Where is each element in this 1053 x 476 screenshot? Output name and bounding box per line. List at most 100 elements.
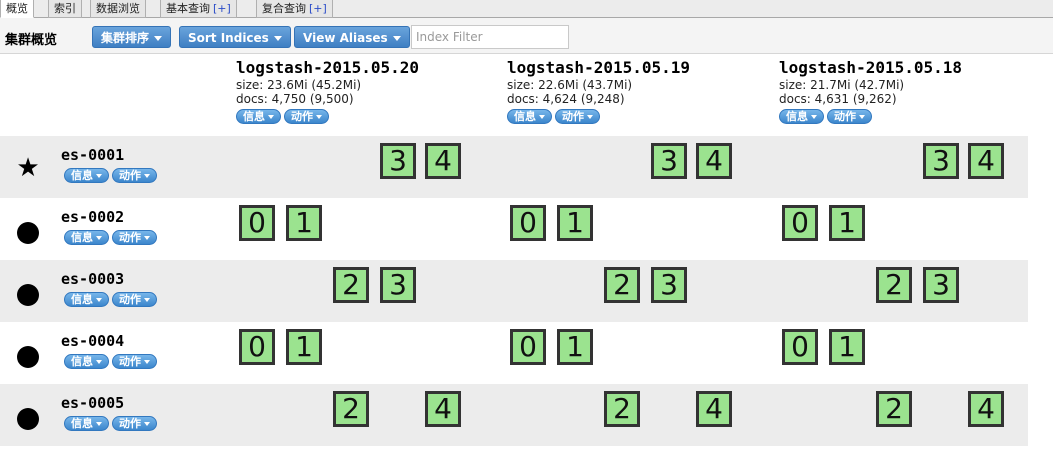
shard-box[interactable]: 0 — [239, 205, 275, 241]
shard-box[interactable]: 3 — [923, 267, 959, 303]
shard-box[interactable]: 2 — [333, 267, 369, 303]
index-action-menu[interactable]: 动作 — [827, 109, 872, 124]
shard-box[interactable]: 1 — [829, 329, 865, 365]
caret-down-icon — [587, 115, 593, 119]
sort-indices-button[interactable]: Sort Indices — [179, 26, 291, 48]
shard-box[interactable]: 0 — [510, 205, 546, 241]
index-menu-row: 信息 动作 — [779, 109, 1029, 125]
view-aliases-button[interactable]: View Aliases — [294, 26, 410, 48]
index-info-menu[interactable]: 信息 — [507, 109, 552, 124]
shard-box[interactable]: 0 — [782, 329, 818, 365]
index-header: logstash-2015.05.20 size: 23.6Mi (45.2Mi)… — [236, 58, 486, 125]
tab-add-link[interactable]: [+] — [213, 2, 231, 15]
shard-box[interactable]: 0 — [510, 329, 546, 365]
shard-box[interactable]: 1 — [286, 205, 322, 241]
shard-box[interactable]: 3 — [923, 143, 959, 179]
tab-overview[interactable]: 概览 — [0, 0, 34, 18]
node-menu-row: 信息 动作 — [64, 230, 160, 245]
shard-box[interactable]: 1 — [829, 205, 865, 241]
cluster-sort-button[interactable]: 集群排序 — [92, 26, 172, 48]
index-size: size: 22.6Mi (43.7Mi) — [507, 78, 633, 92]
node-info-menu[interactable]: 信息 — [64, 416, 109, 431]
node-info-menu[interactable]: 信息 — [64, 168, 109, 183]
node-action-menu[interactable]: 动作 — [112, 354, 157, 369]
shard-box[interactable]: 4 — [425, 143, 461, 179]
shard-box[interactable]: 3 — [651, 267, 687, 303]
menu-label: 信息 — [71, 355, 93, 368]
tab-label: 索引 — [54, 2, 76, 15]
shard-box[interactable]: 4 — [968, 143, 1004, 179]
shard-box[interactable]: 2 — [876, 267, 912, 303]
index-action-menu[interactable]: 动作 — [284, 109, 329, 124]
node-action-menu[interactable]: 动作 — [112, 292, 157, 307]
menu-label: 动作 — [834, 110, 856, 123]
node-action-menu[interactable]: 动作 — [112, 230, 157, 245]
node-info-menu[interactable]: 信息 — [64, 354, 109, 369]
node-dot-icon — [17, 222, 39, 244]
node-info-menu[interactable]: 信息 — [64, 230, 109, 245]
tab-label: 数据浏览 — [96, 2, 140, 15]
node-info-menu[interactable]: 信息 — [64, 292, 109, 307]
caret-down-icon — [144, 422, 150, 426]
index-info-menu[interactable]: 信息 — [236, 109, 281, 124]
node-dot-icon — [17, 284, 39, 306]
index-name: logstash-2015.05.18 — [779, 58, 963, 77]
shard-box[interactable]: 2 — [876, 391, 912, 427]
caret-down-icon — [144, 360, 150, 364]
shard-box[interactable]: 1 — [557, 329, 593, 365]
tab-add-link[interactable]: [+] — [309, 2, 327, 15]
tab-browser[interactable]: 数据浏览 — [90, 0, 146, 18]
caret-down-icon — [154, 36, 163, 41]
shard-box[interactable]: 2 — [333, 391, 369, 427]
shard-box[interactable]: 3 — [651, 143, 687, 179]
tab-label: 复合查询 — [262, 2, 306, 15]
node-name: es-0004 — [61, 332, 125, 350]
menu-label: 信息 — [71, 417, 93, 430]
index-info-menu[interactable]: 信息 — [779, 109, 824, 124]
index-docs: docs: 4,624 (9,248) — [507, 92, 625, 106]
node-menu-row: 信息 动作 — [64, 168, 160, 183]
index-header: logstash-2015.05.18 size: 21.7Mi (42.7Mi)… — [779, 58, 1029, 125]
index-filter-input[interactable] — [411, 25, 569, 49]
index-size: size: 23.6Mi (45.2Mi) — [236, 78, 362, 92]
caret-down-icon — [144, 174, 150, 178]
tab-compound-query[interactable]: 复合查询 [+] — [256, 0, 333, 18]
shard-box[interactable]: 1 — [286, 329, 322, 365]
node-menu-row: 信息 动作 — [64, 416, 160, 431]
node-action-menu[interactable]: 动作 — [112, 168, 157, 183]
shard-box[interactable]: 4 — [696, 391, 732, 427]
index-size: size: 21.7Mi (42.7Mi) — [779, 78, 905, 92]
shard-box[interactable]: 0 — [239, 329, 275, 365]
caret-down-icon — [96, 298, 102, 302]
shard-box[interactable]: 1 — [557, 205, 593, 241]
menu-label: 动作 — [291, 110, 313, 123]
shard-box[interactable]: 2 — [604, 267, 640, 303]
button-label: 集群排序 — [101, 31, 150, 45]
tab-label: 概览 — [6, 2, 28, 15]
index-menu-row: 信息 动作 — [236, 109, 486, 125]
index-action-menu[interactable]: 动作 — [555, 109, 600, 124]
node-name: es-0002 — [61, 208, 125, 226]
caret-down-icon — [392, 36, 401, 41]
node-row: es-0002 信息 动作 0 1 0 1 0 1 — [0, 198, 1028, 260]
menu-label: 信息 — [243, 110, 265, 123]
shard-box[interactable]: 4 — [425, 391, 461, 427]
node-row: es-0004 信息 动作 0 1 0 1 0 1 — [0, 322, 1028, 384]
shard-box[interactable]: 4 — [696, 143, 732, 179]
menu-label: 信息 — [71, 293, 93, 306]
caret-down-icon — [144, 298, 150, 302]
shard-box[interactable]: 3 — [380, 143, 416, 179]
caret-down-icon — [96, 360, 102, 364]
shard-box[interactable]: 0 — [782, 205, 818, 241]
menu-label: 动作 — [119, 169, 141, 182]
menu-label: 信息 — [786, 110, 808, 123]
shard-box[interactable]: 2 — [604, 391, 640, 427]
shard-box[interactable]: 3 — [380, 267, 416, 303]
shard-box[interactable]: 4 — [968, 391, 1004, 427]
node-action-menu[interactable]: 动作 — [112, 416, 157, 431]
caret-down-icon — [96, 174, 102, 178]
tab-indices[interactable]: 索引 — [48, 0, 82, 18]
menu-label: 信息 — [71, 169, 93, 182]
tab-basic-query[interactable]: 基本查询 [+] — [160, 0, 237, 18]
index-menu-row: 信息 动作 — [507, 109, 757, 125]
